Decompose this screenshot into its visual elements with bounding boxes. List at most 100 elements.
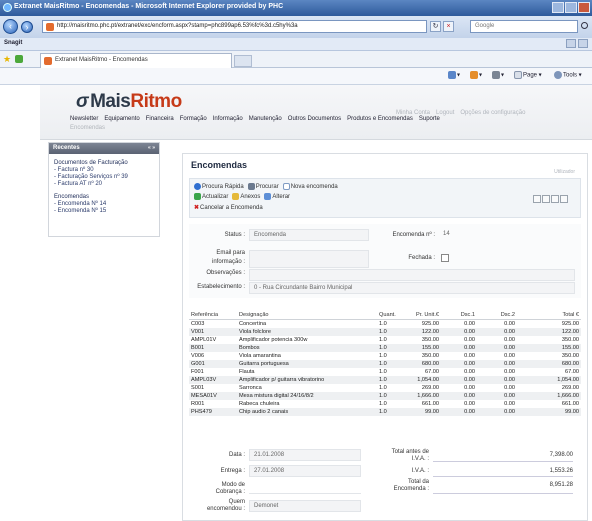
cell-total: 122.00 <box>517 328 581 336</box>
cell-quant: 1.0 <box>379 353 387 359</box>
cell-desconto-1: 0.00 <box>441 344 477 352</box>
table-row[interactable]: F001 Flauta 1.0 67.00 0.00 0.00 67.00 <box>189 368 581 376</box>
address-row: ‹ › http://maisritmo.phc.pt/extranet/exc… <box>0 16 592 38</box>
observacoes-field[interactable] <box>249 269 575 281</box>
estabelecimento-field[interactable]: 0 - Rua Circundante Bairro Municipal <box>249 282 575 294</box>
modo-cobranca-field[interactable] <box>249 482 361 494</box>
table-row[interactable]: AMPL01V Amplificador potencia 300w 1.0 350.… <box>189 336 581 344</box>
data-field[interactable]: 21.01.2008 <box>249 449 361 461</box>
search-button[interactable]: Procurar <box>247 183 279 190</box>
quick-search-button[interactable]: Procura Rápida <box>194 183 244 190</box>
edit-button[interactable]: Alterar <box>264 193 290 200</box>
table-row[interactable]: PHS479 Chip audio 2 canais 1.0 99.00 0.00 0.0… <box>189 408 581 416</box>
sidebar-item[interactable]: - Factura nº 30 <box>54 167 159 174</box>
logo-text-mais: Mais <box>90 91 131 112</box>
table-row[interactable]: V006 Viola amarantina 1.0 350.00 0.00 0.00 350… <box>189 352 581 360</box>
sidebar-collapse-icon[interactable]: « » <box>148 145 155 151</box>
feeds-icon[interactable]: ▾ <box>470 71 482 79</box>
page-menu[interactable]: Page ▾ <box>514 71 542 79</box>
cell-referencia: AMPL01V <box>191 337 217 343</box>
cell-referencia: S001 <box>191 385 205 391</box>
nav-outros-documentos[interactable]: Outros Documentos <box>288 116 341 122</box>
maximize-button[interactable] <box>565 2 577 13</box>
back-icon[interactable]: ‹ <box>3 19 18 34</box>
cell-desconto-1: 0.00 <box>464 401 475 407</box>
new-order-button[interactable]: Nova encomenda <box>282 183 338 190</box>
table-row[interactable]: C003 Concertina 1.0 925.00 0.00 0.00 925.00 <box>189 320 581 329</box>
col-desconto-2: Dsc.2 <box>477 311 517 320</box>
table-row[interactable]: G001 Guitarra portuguesa 1.0 680.00 0.00 0.00… <box>189 360 581 368</box>
nav-equipamento[interactable]: Equipamento <box>104 116 139 122</box>
status-field[interactable]: Encomenda <box>249 229 369 241</box>
attachments-button[interactable]: Anexos <box>232 193 260 200</box>
nav-produtos-encomendas[interactable]: Produtos e Encomendas <box>347 116 413 122</box>
fechada-checkbox[interactable] <box>441 254 449 262</box>
settings-link[interactable]: Opções de configuração <box>460 110 525 116</box>
cell-preco-unit: 661.00 <box>421 401 439 407</box>
nav-manutencao[interactable]: Manutenção <box>249 116 282 122</box>
maisritmo-logo[interactable]: σ MaisRitmo <box>76 91 182 113</box>
sidebar-item[interactable]: - Encomenda Nº 14 <box>54 201 159 208</box>
home-icon[interactable]: ▾ <box>448 71 460 79</box>
table-row[interactable]: V001 Viola folclore 1.0 122.00 0.00 0.00 122.0… <box>189 328 581 336</box>
stop-icon[interactable]: × <box>443 21 454 32</box>
nav-suporte[interactable]: Suporte <box>419 116 440 122</box>
add-favorites-icon[interactable] <box>15 55 23 63</box>
cell-preco-unit: 680.00 <box>401 360 441 368</box>
address-bar[interactable]: http://maisritmo.phc.pt/extranet/exc/enc… <box>42 20 427 33</box>
sidebar-item[interactable]: - Facturação Serviços nº 39 <box>54 174 159 181</box>
view-button[interactable] <box>551 195 559 203</box>
logo-text-ritmo: Ritmo <box>130 91 182 112</box>
cell-desconto-1: 0.00 <box>464 369 475 375</box>
forward-icon[interactable]: › <box>21 21 33 33</box>
window-controls <box>552 2 590 13</box>
cell-designacao: Concertina <box>239 321 267 327</box>
table-row[interactable]: B001 Bombos 1.0 155.00 0.00 0.00 155.00 <box>189 344 581 352</box>
search-icon[interactable] <box>581 22 588 29</box>
toolbar-icon[interactable] <box>566 39 576 48</box>
page-icon <box>46 23 54 31</box>
refresh-icon[interactable]: ↻ <box>430 21 441 32</box>
entrega-field[interactable]: 27.01.2008 <box>249 465 361 477</box>
close-button[interactable] <box>578 2 590 13</box>
subnav-encomendas[interactable]: Encomendas <box>70 125 105 131</box>
table-row[interactable]: MESA01V Mesa mistura digital 24/16/8/2 1.0… <box>189 392 581 400</box>
snagit-button[interactable]: Snagit <box>4 40 22 46</box>
recent-sidebar: Recentes « » Documentos de Facturação - … <box>48 142 160 237</box>
cell-preco-unit: 99.00 <box>401 408 441 416</box>
favorites-star-icon[interactable]: ★ <box>3 54 11 65</box>
email-field[interactable] <box>249 250 369 268</box>
print-icon[interactable]: ▾ <box>492 71 504 79</box>
encomenda-number-value: 14 <box>443 231 450 237</box>
minimize-button[interactable] <box>552 2 564 13</box>
cancel-order-button[interactable]: ✖Cancelar a Encomenda <box>194 204 263 211</box>
toolbar-icon[interactable] <box>578 39 588 48</box>
cell-designacao: Viola folclore <box>237 328 377 336</box>
tab-encomendas[interactable]: Extranet MaisRitmo - Encomendas <box>40 53 232 68</box>
table-row[interactable]: AMPL03V Amplificador p/ guitarra vibrator… <box>189 376 581 384</box>
search-input[interactable]: Google <box>470 20 578 33</box>
refresh-button[interactable]: Actualizar <box>194 193 228 200</box>
toolbar-row-1: Procura Rápida Procurar Nova encomenda <box>194 183 338 190</box>
nav-formacao[interactable]: Formação <box>180 116 207 122</box>
cell-quant: 1.0 <box>377 408 401 416</box>
cell-desconto-1: 0.00 <box>441 360 477 368</box>
table-row[interactable]: R001 Rabeca chuleira 1.0 661.00 0.00 0.00 661.… <box>189 400 581 408</box>
new-tab-button[interactable] <box>234 55 252 67</box>
view-button[interactable] <box>560 195 568 203</box>
tools-menu[interactable]: Tools ▾ <box>554 71 582 79</box>
nav-informacao[interactable]: Informação <box>213 116 243 122</box>
sidebar-item[interactable]: - Factura AT nº 20 <box>54 181 159 188</box>
fechada-label: Fechada : <box>408 255 435 261</box>
quem-encomendou-field[interactable]: Demonet <box>249 500 361 512</box>
table-row[interactable]: S001 Sarronca 1.0 269.00 0.00 0.00 269.00 <box>189 384 581 392</box>
sidebar-group-title[interactable]: Encomendas <box>54 194 159 201</box>
sidebar-group-title[interactable]: Documentos de Facturação <box>54 160 159 167</box>
nav-newsletter[interactable]: Newsletter <box>70 116 98 122</box>
view-button[interactable] <box>542 195 550 203</box>
links-bar-icons <box>566 39 588 48</box>
sidebar-item[interactable]: - Encomenda Nº 15 <box>54 208 159 215</box>
user-label: Utilizador <box>554 169 575 175</box>
view-button[interactable] <box>533 195 541 203</box>
nav-financeira[interactable]: Financeira <box>146 116 174 122</box>
